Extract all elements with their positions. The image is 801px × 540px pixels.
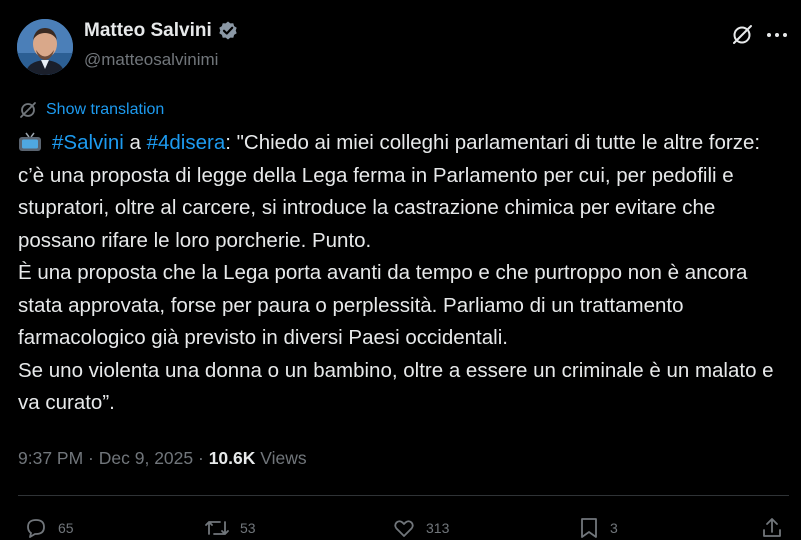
divider <box>18 495 789 496</box>
author-name-text: Matteo Salvini <box>84 20 212 41</box>
translate-icon <box>20 102 36 118</box>
meta-separator: · <box>193 448 209 468</box>
post-container: Matteo Salvini @matteosalvinimi Show tra… <box>0 0 801 538</box>
post-date[interactable]: Dec 9, 2025 <box>99 448 193 468</box>
post-time[interactable]: 9:37 PM <box>18 448 83 468</box>
avatar-image <box>17 19 73 75</box>
like-icon <box>394 520 414 537</box>
views-label: Views <box>255 448 307 468</box>
reply-button[interactable]: 65 <box>24 516 74 540</box>
reply-icon <box>27 519 45 538</box>
post-meta: 9:37 PM · Dec 9, 2025 · 10.6K Views <box>18 448 307 469</box>
like-button[interactable]: 313 <box>392 516 449 540</box>
share-button[interactable] <box>760 516 794 540</box>
more-icon[interactable] <box>766 32 788 38</box>
verified-badge-icon[interactable] <box>217 20 239 42</box>
post-body: : "Chiedo ai miei colleghi parlamentari … <box>18 131 774 414</box>
tv-emoji-icon <box>19 132 41 151</box>
share-icon <box>763 518 781 537</box>
avatar[interactable] <box>17 19 73 75</box>
grok-icon[interactable] <box>731 24 753 46</box>
show-translation-label: Show translation <box>46 101 165 118</box>
show-translation-link[interactable]: Show translation <box>18 100 164 120</box>
meta-separator: · <box>83 448 99 468</box>
post-text: #Salvini a #4disera: "Chiedo ai miei col… <box>18 127 788 420</box>
bookmark-button[interactable]: 3 <box>578 516 618 540</box>
views-count: 10.6K <box>208 448 256 468</box>
author-handle[interactable]: @matteosalvinimi <box>84 50 218 70</box>
repost-button[interactable]: 53 <box>204 516 256 540</box>
repost-icon <box>205 521 229 535</box>
post-connector: a <box>123 131 147 154</box>
hashtag-4disera[interactable]: #4disera <box>147 131 226 154</box>
author-name[interactable]: Matteo Salvini <box>84 20 239 42</box>
bookmark-icon <box>581 518 597 538</box>
hashtag-salvini[interactable]: #Salvini <box>52 131 124 154</box>
